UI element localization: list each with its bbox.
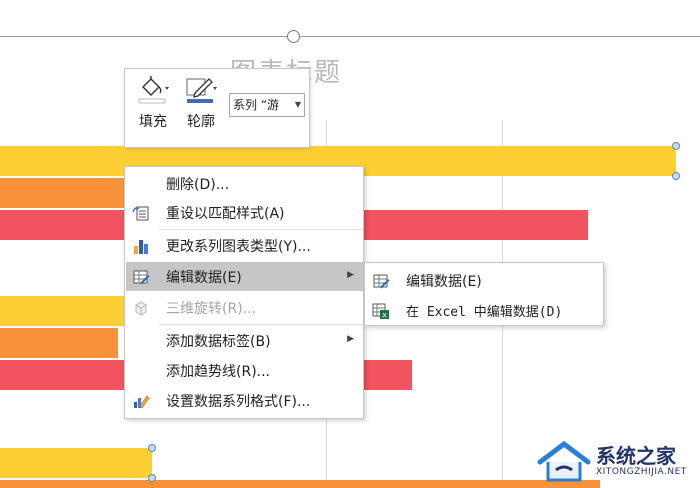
menu-item-label: 编辑数据(E) [166, 270, 242, 286]
menu-item-3d-rotation: 三维旋转(R)... [126, 293, 364, 322]
series-selector-value: 系列 “游 [233, 98, 280, 112]
edit-data-icon [373, 274, 390, 289]
chart-bar-yellow[interactable] [0, 296, 140, 326]
submenu-arrow-icon: ▶ [347, 334, 354, 344]
outline-label: 轮廓 [187, 114, 215, 130]
context-menu: 删除(D)... 重设以匹配样式(A) 更改系列图表类型(Y)... 编辑数据(… [124, 166, 364, 419]
edit-data-submenu: 编辑数据(E) x 在 Excel 中编辑数据(D) [364, 262, 604, 326]
format-series-icon [134, 395, 150, 409]
bar-selection-handle[interactable] [148, 474, 156, 482]
chart-resize-handle[interactable] [287, 30, 300, 43]
menu-item-label: 编辑数据(E) [406, 274, 482, 290]
house-logo-icon [537, 440, 591, 482]
menu-item-add-trendline[interactable]: 添加趋势线(R)... [126, 356, 364, 385]
submenu-item-edit-in-excel[interactable]: x 在 Excel 中编辑数据(D) [366, 296, 604, 325]
menu-item-label: 重设以匹配样式(A) [166, 206, 285, 222]
menu-separator [159, 324, 363, 325]
menu-item-label: 添加数据标签(B) [166, 334, 271, 350]
menu-item-label: 删除(D)... [166, 177, 230, 193]
excel-icon: x [372, 303, 389, 320]
menu-item-label: 三维旋转(R)... [166, 301, 257, 317]
pen-outline-icon [186, 78, 217, 103]
watermark-subtitle: XITONGZHIJIA.NET [596, 467, 687, 477]
chart-bar-orange[interactable] [0, 480, 600, 488]
menu-item-reset-style[interactable]: 重设以匹配样式(A) [126, 198, 364, 227]
menu-item-format-data-series[interactable]: 设置数据系列格式(F)... [126, 386, 364, 415]
bar-selection-handle[interactable] [672, 142, 680, 150]
chart-bar-orange[interactable] [0, 328, 118, 358]
series-selector[interactable]: 系列 “游 ▼ [229, 93, 305, 117]
mini-toolbar: 填充 轮廓 系列 “游 ▼ [124, 68, 310, 148]
bar-selection-handle[interactable] [148, 444, 156, 452]
fill-label: 填充 [139, 114, 167, 130]
menu-item-change-chart-type[interactable]: 更改系列图表类型(Y)... [126, 231, 364, 260]
menu-item-edit-data[interactable]: 编辑数据(E) ▶ [126, 262, 364, 291]
bar-selection-handle[interactable] [672, 172, 680, 180]
edit-data-icon [133, 270, 150, 285]
menu-separator [159, 229, 363, 230]
watermark-title: 系统之家 [596, 444, 676, 468]
menu-item-label: 设置数据系列格式(F)... [166, 394, 311, 410]
3d-rotate-icon [135, 301, 147, 316]
paint-bucket-icon [138, 76, 169, 104]
watermark-logo: 系统之家 XITONGZHIJIA.NET [536, 436, 700, 488]
chevron-down-icon: ▼ [294, 100, 301, 109]
chart-frame-border [0, 36, 700, 37]
reset-style-icon [132, 206, 149, 221]
menu-item-label: 更改系列图表类型(Y)... [166, 239, 311, 255]
menu-item-label: 在 Excel 中编辑数据(D) [406, 305, 563, 320]
fill-button[interactable]: 填充 [133, 75, 173, 131]
submenu-item-edit-data[interactable]: 编辑数据(E) [366, 266, 604, 295]
outline-button[interactable]: 轮廓 [181, 75, 221, 131]
menu-item-delete[interactable]: 删除(D)... [126, 169, 364, 198]
chart-bar-yellow[interactable] [0, 448, 152, 478]
svg-text:x: x [382, 311, 387, 320]
menu-item-add-data-labels[interactable]: 添加数据标签(B) ▶ [126, 326, 364, 355]
submenu-arrow-icon: ▶ [347, 270, 354, 280]
menu-item-label: 添加趋势线(R)... [166, 364, 271, 380]
bar-chart-icon [134, 240, 148, 254]
